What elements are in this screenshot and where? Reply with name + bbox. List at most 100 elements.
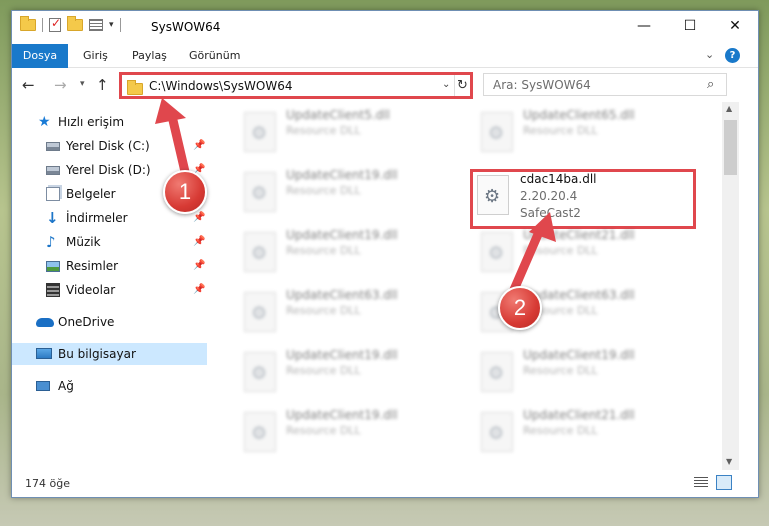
step-2-badge: 2 bbox=[498, 286, 542, 330]
file-name: UpdateClient19.dll bbox=[286, 348, 398, 362]
dll-file-icon bbox=[481, 112, 513, 152]
pin-icon[interactable]: 📌 bbox=[193, 231, 205, 253]
maximize-button[interactable]: ☐ bbox=[667, 11, 713, 41]
large-icons-view-icon[interactable] bbox=[716, 475, 732, 490]
file-item[interactable]: UpdateClient63.dll Resource DLL bbox=[236, 286, 466, 342]
file-item[interactable]: UpdateClient21.dll Resource DLL bbox=[473, 406, 703, 462]
vertical-scrollbar[interactable]: ▲ ▼ bbox=[722, 102, 739, 470]
file-description: Resource DLL bbox=[523, 244, 598, 257]
navigation-pane: ★ Hızlı erişim Yerel Disk (C:) 📌 Yerel D… bbox=[12, 102, 207, 470]
pictures-icon bbox=[46, 261, 60, 272]
new-folder-icon[interactable] bbox=[67, 16, 83, 31]
file-item[interactable]: UpdateClient19.dll Resource DLL bbox=[473, 346, 703, 402]
file-item[interactable]: UpdateClient19.dll Resource DLL bbox=[236, 166, 466, 222]
search-icon[interactable]: ⌕ bbox=[707, 77, 714, 92]
search-box[interactable]: Ara: SysWOW64 ⌕ bbox=[483, 73, 727, 96]
properties-check-icon[interactable] bbox=[49, 16, 61, 32]
scroll-down-arrow-icon[interactable]: ▼ bbox=[726, 457, 732, 466]
tab-file[interactable]: Dosya bbox=[12, 44, 68, 68]
sidebar-item-label: İndirmeler bbox=[66, 211, 128, 225]
file-item[interactable]: UpdateClient5.dll Resource DLL bbox=[236, 106, 466, 162]
dll-file-icon bbox=[244, 412, 276, 452]
file-description: Resource DLL bbox=[286, 184, 361, 197]
toolbar-divider bbox=[119, 18, 121, 32]
properties-icon[interactable] bbox=[89, 19, 103, 31]
close-button[interactable]: ✕ bbox=[712, 11, 758, 41]
search-placeholder[interactable]: Ara: SysWOW64 bbox=[493, 78, 591, 92]
downloads-icon: ↓ bbox=[46, 209, 59, 227]
item-count: 174 öğe bbox=[25, 477, 70, 490]
sidebar-item-label: Bu bilgisayar bbox=[58, 347, 136, 361]
up-arrow-icon[interactable]: ↑ bbox=[96, 76, 109, 94]
back-arrow-icon[interactable]: ← bbox=[22, 76, 35, 94]
details-view-icon[interactable] bbox=[694, 477, 708, 489]
file-name: UpdateClient19.dll bbox=[286, 228, 398, 242]
address-dropdown-chevron-icon[interactable]: ⌄ bbox=[442, 79, 450, 90]
sidebar-item-label: Ağ bbox=[58, 379, 74, 393]
address-path[interactable]: C:\Windows\SysWOW64 bbox=[149, 79, 293, 93]
dll-file-icon bbox=[244, 352, 276, 392]
file-explorer-window: ▾ SysWOW64 — ☐ ✕ Dosya Giriş Paylaş Görü… bbox=[11, 10, 759, 498]
file-name: cdac14ba.dll bbox=[520, 172, 597, 186]
file-item-cdac14ba-dll[interactable]: cdac14ba.dll 2.20.20.4 SafeCast2 bbox=[470, 169, 696, 229]
onedrive-icon bbox=[36, 318, 54, 327]
file-item[interactable]: UpdateClient65.dll Resource DLL bbox=[473, 106, 703, 162]
scrollbar-thumb[interactable] bbox=[724, 120, 737, 175]
forward-arrow-icon[interactable]: → bbox=[54, 76, 67, 94]
this-pc-icon bbox=[36, 348, 52, 359]
file-name: UpdateClient65.dll bbox=[523, 108, 635, 122]
quick-access-toolbar: ▾ bbox=[20, 16, 121, 32]
file-description: Resource DLL bbox=[286, 244, 361, 257]
status-bar: 174 öğe bbox=[12, 470, 758, 497]
file-name: UpdateClient5.dll bbox=[286, 108, 390, 122]
dll-file-icon bbox=[244, 232, 276, 272]
tab-home[interactable]: Giriş bbox=[83, 44, 108, 68]
sidebar-item-this-pc[interactable]: Bu bilgisayar bbox=[12, 343, 207, 365]
refresh-icon[interactable]: ↻ bbox=[454, 75, 470, 96]
dll-file-icon bbox=[244, 172, 276, 212]
file-description: Resource DLL bbox=[523, 124, 598, 137]
file-item[interactable]: UpdateClient19.dll Resource DLL bbox=[236, 406, 466, 462]
drive-icon bbox=[46, 142, 60, 151]
file-item[interactable]: UpdateClient19.dll Resource DLL bbox=[236, 226, 466, 282]
toolbar-divider bbox=[42, 18, 43, 32]
step-1-badge: 1 bbox=[163, 170, 207, 214]
folder-icon bbox=[127, 80, 143, 95]
sidebar-item-label: Videolar bbox=[66, 283, 116, 297]
sidebar-item-network[interactable]: Ağ bbox=[12, 375, 207, 397]
star-icon: ★ bbox=[38, 114, 51, 130]
minimize-button[interactable]: — bbox=[621, 11, 667, 41]
file-description: Resource DLL bbox=[286, 424, 361, 437]
pin-icon[interactable]: 📌 bbox=[193, 279, 205, 301]
sidebar-item-music[interactable]: ♪ Müzik 📌 bbox=[12, 231, 207, 253]
sidebar-item-videos[interactable]: Videolar 📌 bbox=[12, 279, 207, 301]
address-bar[interactable]: C:\Windows\SysWOW64 ⌄ ↻ bbox=[119, 72, 473, 99]
file-name: UpdateClient19.dll bbox=[523, 348, 635, 362]
pin-icon[interactable]: 📌 bbox=[193, 255, 205, 277]
file-name: UpdateClient21.dll bbox=[523, 228, 635, 242]
pin-icon[interactable]: 📌 bbox=[193, 135, 205, 157]
tab-share[interactable]: Paylaş bbox=[132, 44, 167, 68]
videos-icon bbox=[46, 283, 60, 297]
sidebar-item-local-disk-c[interactable]: Yerel Disk (C:) 📌 bbox=[12, 135, 207, 157]
file-version: 2.20.20.4 bbox=[520, 189, 578, 203]
sidebar-item-label: Yerel Disk (C:) bbox=[66, 139, 150, 153]
sidebar-item-label: Resimler bbox=[66, 259, 119, 273]
tab-view[interactable]: Görünüm bbox=[189, 44, 240, 68]
customize-toolbar-chevron-icon[interactable]: ▾ bbox=[109, 20, 114, 30]
navigation-bar: ← → ▾ ↑ C:\Windows\SysWOW64 ⌄ ↻ Ara: Sys… bbox=[12, 68, 758, 102]
file-description: SafeCast2 bbox=[520, 206, 581, 220]
sidebar-item-quick-access[interactable]: ★ Hızlı erişim bbox=[12, 111, 207, 133]
sidebar-item-onedrive[interactable]: OneDrive bbox=[12, 311, 207, 333]
file-item[interactable]: UpdateClient19.dll Resource DLL bbox=[236, 346, 466, 402]
recent-locations-chevron-icon[interactable]: ▾ bbox=[80, 79, 85, 89]
dll-file-icon bbox=[481, 232, 513, 272]
file-description: Resource DLL bbox=[523, 364, 598, 377]
help-icon[interactable]: ? bbox=[725, 48, 740, 63]
sidebar-item-pictures[interactable]: Resimler 📌 bbox=[12, 255, 207, 277]
network-icon bbox=[36, 381, 50, 391]
folder-icon[interactable] bbox=[20, 16, 36, 31]
expand-ribbon-chevron-icon[interactable]: ⌄ bbox=[705, 48, 714, 61]
file-item[interactable]: UpdateClient21.dll Resource DLL bbox=[473, 226, 703, 282]
scroll-up-arrow-icon[interactable]: ▲ bbox=[726, 104, 732, 113]
